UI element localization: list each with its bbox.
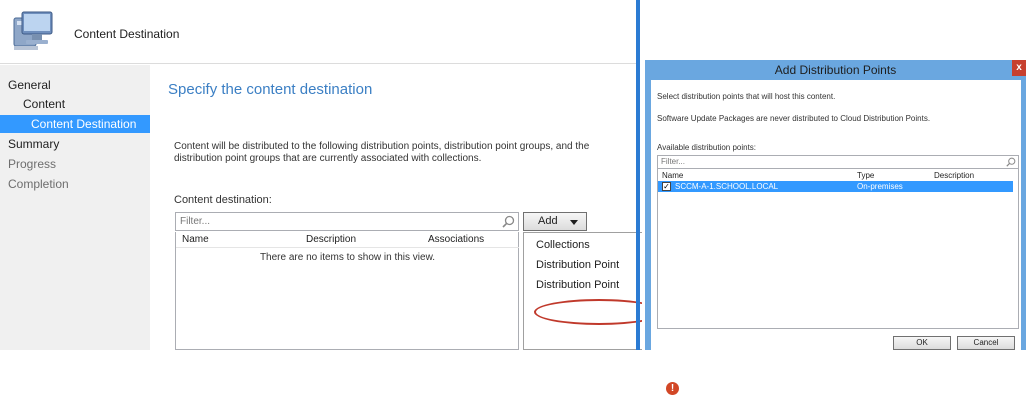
wizard-title: Content Destination: [74, 27, 180, 41]
add-button-label: Add: [538, 215, 558, 227]
nav-item-completion: Completion: [8, 177, 69, 191]
dp-type: On-premises: [857, 182, 903, 191]
wizard-nav: General Content Content Destination Summ…: [0, 65, 150, 350]
filter-input[interactable]: Filter...: [175, 212, 519, 231]
nav-item-content[interactable]: Content: [0, 95, 150, 113]
search-icon[interactable]: [502, 215, 515, 228]
nav-item-summary[interactable]: Summary: [0, 135, 150, 153]
available-dp-label: Available distribution points:: [657, 143, 757, 152]
add-button[interactable]: Add: [523, 212, 587, 231]
content-destination-label: Content destination:: [174, 194, 272, 206]
dialog-body: Select distribution points that will hos…: [651, 80, 1021, 350]
search-icon[interactable]: [1006, 157, 1016, 167]
dialog-frame: Add Distribution Points x Select distrib…: [645, 60, 1026, 350]
cancel-button[interactable]: Cancel: [957, 336, 1015, 350]
menu-item-distribution-point[interactable]: Distribution Point: [524, 256, 644, 274]
chevron-down-icon: [570, 220, 578, 225]
column-header-description[interactable]: Description: [306, 234, 356, 245]
column-header-name[interactable]: Name: [662, 171, 683, 180]
add-dropdown-menu: Collections Distribution Point Distribut…: [523, 232, 643, 350]
column-header-associations[interactable]: Associations: [428, 234, 484, 245]
close-button[interactable]: x: [1012, 60, 1026, 76]
page-heading: Specify the content destination: [168, 81, 373, 98]
description-text: Content will be distributed to the follo…: [174, 141, 590, 164]
cloud-note-text: Software Update Packages are never distr…: [657, 114, 931, 123]
ok-button[interactable]: OK: [893, 336, 951, 350]
distribution-points-list[interactable]: Name Type Description ✓ SCCM-A-1.SCHOOL.…: [657, 169, 1019, 329]
instruction-text: Select distribution points that will hos…: [657, 92, 836, 101]
dp-name: SCCM-A-1.SCHOOL.LOCAL: [675, 182, 779, 191]
content-destination-table[interactable]: Name Description Associations There are …: [175, 232, 519, 350]
column-header-name[interactable]: Name: [182, 234, 209, 245]
nav-item-content-destination[interactable]: Content Destination: [0, 115, 150, 133]
nav-item-progress: Progress: [8, 157, 57, 171]
add-distribution-points-dialog: Add Distribution Points x Select distrib…: [642, 0, 1029, 350]
screenshot-divider: [636, 0, 640, 350]
menu-item-distribution-point-group[interactable]: Distribution Point: [524, 276, 644, 294]
dp-filter-placeholder: Filter...: [661, 157, 686, 166]
dialog-title: Add Distribution Points: [774, 63, 897, 77]
list-item[interactable]: ✓ SCCM-A-1.SCHOOL.LOCAL On-premises: [658, 181, 1013, 192]
column-header-description[interactable]: Description: [934, 171, 974, 180]
table-header: Name Description Associations: [176, 234, 519, 248]
filter-placeholder: Filter...: [180, 216, 211, 227]
menu-item-collections[interactable]: Collections: [524, 236, 644, 254]
wizard-header: Content Destination: [0, 0, 636, 64]
dp-filter-input[interactable]: Filter...: [657, 155, 1019, 169]
empty-message: There are no items to show in this view.: [259, 252, 436, 263]
wizard-window: Content Destination General Content Cont…: [0, 0, 689, 395]
checkbox[interactable]: ✓: [662, 182, 671, 191]
column-header-type[interactable]: Type: [857, 171, 874, 180]
error-icon: !: [666, 382, 679, 395]
computer-icon: [13, 11, 53, 50]
wizard-main: Specify the content destination Content …: [150, 65, 689, 395]
nav-item-general[interactable]: General: [0, 76, 150, 94]
